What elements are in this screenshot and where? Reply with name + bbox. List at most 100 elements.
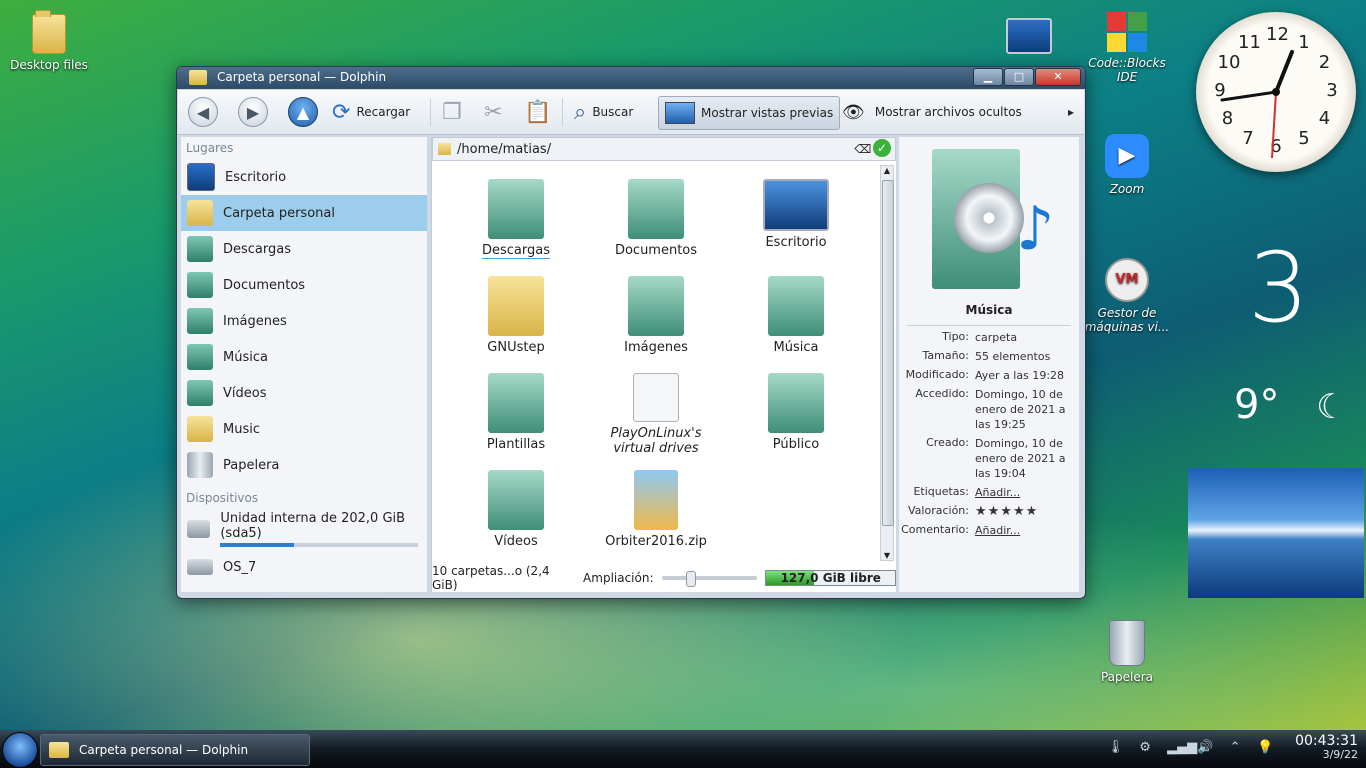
information-panel: ♪ Música Tipo: carpeta Tamaño: 55 elementos… [899, 137, 1079, 592]
sidebar-item-videos[interactable]: Vídeos [181, 375, 427, 411]
music-folder-icon [768, 276, 824, 336]
videos-folder-icon [488, 470, 544, 530]
sidebar-item-papelera[interactable]: Papelera [181, 447, 427, 483]
drive-usage-bar [220, 543, 419, 547]
trash-icon [187, 452, 213, 478]
sidebar-item-escritorio[interactable]: Escritorio [181, 159, 427, 195]
cut-button[interactable]: ✂ [484, 96, 502, 128]
file-item-documentos[interactable]: Documentos [586, 165, 726, 262]
file-item-descargas[interactable]: Descargas [446, 165, 586, 262]
devices-heading: Dispositivos [186, 491, 259, 505]
back-button[interactable]: ◀ [188, 96, 218, 128]
show-previews-button[interactable]: Mostrar vistas previas [658, 96, 841, 130]
sidebar-item-label: Imágenes [223, 313, 287, 329]
info-key: Accedido: [915, 387, 969, 400]
search-label: Buscar [592, 105, 634, 119]
maximize-button[interactable]: □ [1004, 68, 1034, 86]
file-item-plantillas[interactable]: Plantillas [446, 359, 586, 456]
forward-arrow-icon: ▶ [238, 97, 268, 127]
info-row: Modificado: Ayer a las 19:28 [899, 368, 1079, 383]
clear-location-icon[interactable]: ⌫ [854, 142, 871, 156]
file-item-label: Descargas [481, 243, 550, 259]
add-tags-link[interactable]: Añadir... [975, 485, 1067, 500]
sidebar-item-label: Vídeos [223, 385, 267, 401]
chevron-up-icon[interactable]: ⌃ [1227, 740, 1243, 756]
toolbar-overflow-button[interactable]: ▸ [1068, 96, 1074, 128]
desktop-icon [187, 163, 215, 191]
reload-icon: ⟳ [332, 99, 351, 125]
info-key: Valoración: [908, 504, 969, 517]
sidebar-item-documentos[interactable]: Documentos [181, 267, 427, 303]
desktop-icon-trash[interactable]: Papelera [1082, 620, 1172, 684]
computer-icon[interactable] [1006, 18, 1052, 54]
file-item-musica[interactable]: Música [726, 262, 866, 359]
date-gadget-number: 3 [1248, 232, 1310, 344]
show-hidden-button[interactable]: 👁 Mostrar archivos ocultos [842, 96, 1022, 128]
add-comment-link[interactable]: Añadir... [975, 523, 1067, 538]
accept-location-icon[interactable]: ✓ [873, 139, 891, 157]
file-item-videos[interactable]: Vídeos [446, 456, 586, 553]
copy-icon: ❐ [442, 99, 462, 125]
sidebar-item-carpeta-personal[interactable]: Carpeta personal [181, 195, 427, 231]
file-item-label: Orbiter2016.zip [605, 534, 707, 549]
scroll-thumb[interactable] [882, 180, 894, 526]
info-key: Etiquetas: [913, 485, 969, 498]
sidebar-item-label: Unidad interna de 202,0 GiB (sda5) [220, 511, 406, 541]
zoom-slider[interactable] [661, 571, 758, 587]
desktop-icon-desktop-files[interactable]: Desktop files [4, 10, 94, 72]
downloads-folder-icon [488, 179, 544, 239]
templates-folder-icon [488, 373, 544, 433]
sidebar-item-music[interactable]: Music [181, 411, 427, 447]
lightbulb-icon[interactable]: 💡 [1257, 740, 1273, 756]
status-text: 10 carpetas...o (2,4 GiB) [432, 564, 550, 592]
wifi-signal-icon[interactable]: ▂▄▆ [1167, 740, 1197, 756]
scroll-up-arrow[interactable]: ▲ [881, 166, 893, 175]
sidebar-item-musica[interactable]: Música [181, 339, 427, 375]
location-input[interactable]: /home/matias/ [457, 142, 854, 157]
zoom-icon: ▶ [1105, 134, 1149, 178]
reload-button[interactable]: ⟳ Recargar [332, 96, 410, 128]
file-item-gnustep[interactable]: GNUstep [446, 262, 586, 359]
rating-stars[interactable]: ★★★★★ [975, 504, 1067, 519]
minimize-button[interactable]: ▁ [973, 68, 1003, 86]
info-key: Tipo: [942, 330, 969, 343]
info-value: Ayer a las 19:28 [975, 369, 1065, 382]
chevron-right-icon: ▸ [1068, 105, 1075, 119]
desktop-icon-zoom[interactable]: ▶ Zoom [1082, 134, 1172, 196]
scroll-down-arrow[interactable]: ▼ [881, 551, 893, 560]
sidebar-item-os7[interactable]: OS_7 [181, 549, 427, 585]
forward-button[interactable]: ▶ [238, 96, 268, 128]
paste-button[interactable]: 📋 [524, 96, 551, 128]
start-button[interactable] [2, 732, 38, 768]
copy-button[interactable]: ❐ [442, 96, 462, 128]
file-item-escritorio[interactable]: Escritorio [726, 165, 866, 262]
volume-icon[interactable]: 🔊 [1197, 740, 1213, 756]
sidebar-item-descargas[interactable]: Descargas [181, 231, 427, 267]
up-button[interactable]: ▲ [288, 96, 318, 128]
sidebar-item-internal-drive[interactable]: Unidad interna de 202,0 GiB (sda5) [181, 509, 427, 549]
drive-info: Unidad interna de 202,0 GiB (sda5) [220, 511, 427, 547]
thermometer-icon[interactable]: 🌡 [1107, 740, 1124, 756]
toolbar: ◀ ▶ ▲ ⟳ Recargar ❐ ✂ 📋 ⌕ Buscar Mostrar … [178, 90, 1084, 135]
status-bar: 10 carpetas...o (2,4 GiB) Ampliación: 12… [432, 564, 896, 592]
file-item-publico[interactable]: Público [726, 359, 866, 456]
file-item-label: GNUstep [487, 340, 545, 355]
file-item-orbiter[interactable]: Orbiter2016.zip [586, 456, 726, 553]
desktop-icon-vm-manager[interactable]: VM Gestor de máquinas vi... [1082, 258, 1172, 334]
taskbar-clock[interactable]: 00:43:31 3/9/22 [1295, 734, 1358, 762]
search-button[interactable]: ⌕ Buscar [574, 96, 633, 128]
file-item-imagenes[interactable]: Imágenes [586, 262, 726, 359]
window-titlebar[interactable]: Carpeta personal — Dolphin ▁ □ ✕ [177, 67, 1085, 89]
sidebar-item-imagenes[interactable]: Imágenes [181, 303, 427, 339]
info-row: Tamaño: 55 elementos [899, 349, 1079, 364]
location-bar[interactable]: /home/matias/ ⌫ ▼ [432, 137, 896, 161]
desktop-icon-codeblocks[interactable]: Code::Blocks IDE [1082, 12, 1172, 84]
pictures-folder-icon [187, 308, 213, 334]
taskbar-task-dolphin[interactable]: Carpeta personal — Dolphin [40, 734, 310, 766]
file-item-playonlinux[interactable]: PlayOnLinux's virtual drives [586, 359, 726, 456]
close-button[interactable]: ✕ [1035, 68, 1081, 86]
sidebar-item-label: Carpeta personal [223, 205, 335, 221]
vertical-scrollbar[interactable]: ▲ ▼ [880, 165, 894, 561]
pictures-folder-icon [628, 276, 684, 336]
network-settings-icon[interactable]: ⚙ [1137, 740, 1153, 756]
